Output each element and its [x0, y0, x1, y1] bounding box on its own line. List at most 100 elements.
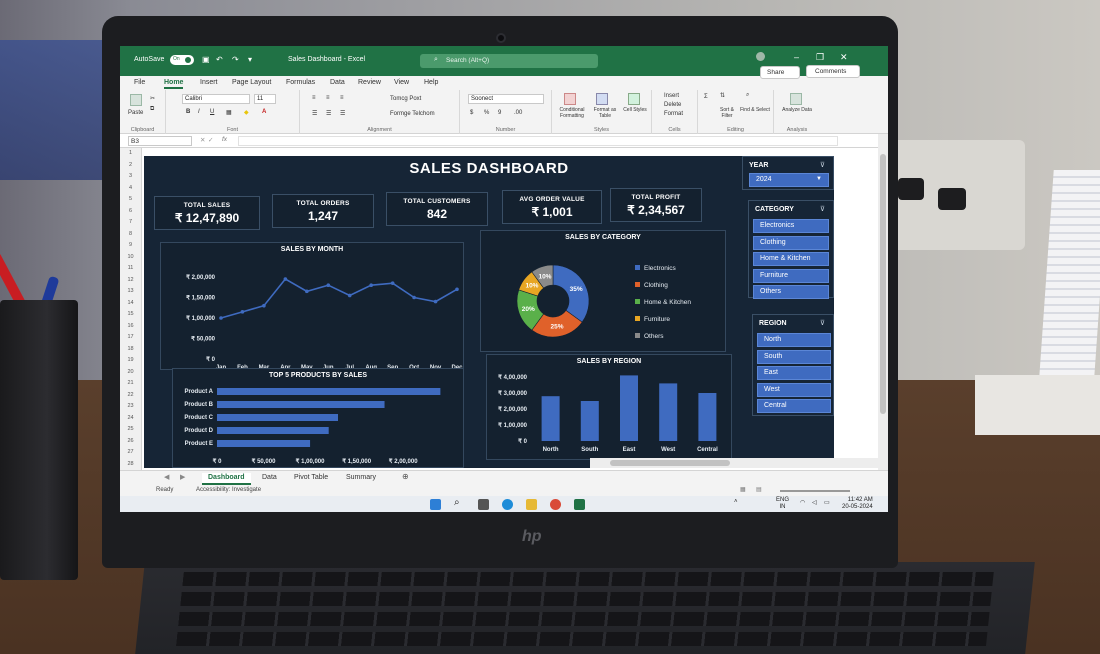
borders-icon[interactable]: ▦: [226, 109, 232, 116]
analyze-data-icon[interactable]: [790, 93, 802, 107]
insert-cells-button[interactable]: Insert: [664, 93, 679, 99]
edge-icon[interactable]: [502, 499, 513, 510]
conditional-formatting-icon[interactable]: [564, 93, 576, 107]
row-header[interactable]: 18: [120, 344, 141, 356]
tab-view[interactable]: View: [394, 79, 409, 86]
paste-icon[interactable]: [130, 94, 142, 108]
row-header[interactable]: 11: [120, 263, 141, 275]
row-header[interactable]: 15: [120, 309, 141, 321]
find-select-button[interactable]: Find & Select: [740, 107, 770, 113]
tab-review[interactable]: Review: [358, 79, 381, 86]
row-header[interactable]: 6: [120, 206, 141, 218]
row-header[interactable]: 24: [120, 413, 141, 425]
year-select[interactable]: 2024 ▼: [749, 173, 829, 187]
align-left-icon[interactable]: ☰: [312, 110, 317, 117]
row-header[interactable]: 26: [120, 436, 141, 448]
conditional-formatting-button[interactable]: Conditional Formatting: [554, 107, 590, 119]
volume-icon[interactable]: ◁: [812, 499, 817, 506]
row-header[interactable]: 4: [120, 183, 141, 195]
maximize-icon[interactable]: ❐: [816, 52, 824, 63]
tab-formulas[interactable]: Formulas: [286, 79, 315, 86]
bold-button[interactable]: B: [186, 109, 190, 115]
wrap-text-button[interactable]: Tomcg Poxt: [390, 96, 421, 102]
category-slicer-item[interactable]: Furniture: [753, 268, 829, 283]
battery-icon[interactable]: ▭: [824, 499, 830, 506]
account-avatar[interactable]: [756, 52, 765, 61]
align-center-icon[interactable]: ☰: [326, 110, 331, 117]
row-header[interactable]: 10: [120, 252, 141, 264]
row-header[interactable]: 28: [120, 459, 141, 471]
row-header[interactable]: 21: [120, 378, 141, 390]
sheet-nav-left-icon[interactable]: ◀: [164, 473, 169, 481]
tab-data[interactable]: Data: [330, 79, 345, 86]
customize-quick-access-icon[interactable]: ▾: [248, 55, 252, 64]
sort-filter-button[interactable]: Sort & Filter: [714, 107, 740, 119]
file-explorer-icon[interactable]: [526, 499, 537, 510]
task-view-icon[interactable]: [478, 499, 489, 510]
font-name-select[interactable]: Calibri: [182, 94, 250, 104]
row-header[interactable]: 27: [120, 447, 141, 459]
currency-icon[interactable]: $: [470, 110, 473, 116]
autosum-icon[interactable]: Σ: [704, 94, 708, 100]
undo-icon[interactable]: ↶: [216, 55, 223, 64]
italic-button[interactable]: I: [198, 109, 200, 115]
share-button[interactable]: Share: [760, 66, 800, 79]
wifi-icon[interactable]: ◠: [800, 499, 805, 506]
formula-cancel-icon[interactable]: ✕: [200, 136, 205, 144]
worksheet[interactable]: 1 2 3 4 5 6 7 8 9 10 11 12 13 14 15 16 17 18 19 20 21 22 23 24 2…: [120, 148, 878, 470]
row-header[interactable]: 7: [120, 217, 141, 229]
font-color-icon[interactable]: A: [262, 109, 266, 115]
row-header[interactable]: 17: [120, 332, 141, 344]
tray-up-icon[interactable]: ˄: [734, 499, 738, 505]
windows-start-icon[interactable]: [430, 499, 441, 510]
delete-cells-button[interactable]: Delete: [664, 102, 681, 108]
row-header[interactable]: 2: [120, 160, 141, 172]
formula-enter-icon[interactable]: ✓: [208, 136, 213, 144]
number-format-select[interactable]: Soonect: [468, 94, 544, 104]
row-header[interactable]: 19: [120, 355, 141, 367]
sort-filter-icon[interactable]: ⇅: [720, 92, 725, 99]
vertical-scrollbar[interactable]: [878, 134, 888, 470]
save-icon[interactable]: ▣: [202, 55, 210, 64]
filter-icon[interactable]: ⊽: [820, 319, 825, 327]
align-top-icon[interactable]: ≡: [312, 95, 316, 101]
search-icon[interactable]: ⌕: [454, 497, 465, 508]
analyze-data-button[interactable]: Analyze Data: [778, 107, 816, 113]
tab-file[interactable]: File: [134, 79, 145, 86]
format-cells-button[interactable]: Format: [664, 111, 683, 117]
accessibility-status[interactable]: Accessibility: Investigate: [196, 487, 261, 493]
region-slicer-item[interactable]: North: [757, 333, 831, 347]
find-select-icon[interactable]: ⌕: [746, 92, 749, 99]
tab-home[interactable]: Home: [164, 79, 184, 89]
row-header[interactable]: 1: [120, 148, 141, 160]
comments-button[interactable]: Comments: [806, 65, 860, 78]
filter-icon[interactable]: ⊽: [820, 161, 825, 169]
row-header[interactable]: 3: [120, 171, 141, 183]
autosave-toggle[interactable]: On: [170, 55, 194, 65]
underline-button[interactable]: U: [210, 109, 214, 115]
align-middle-icon[interactable]: ≡: [326, 95, 330, 101]
language-indicator[interactable]: ENG IN: [776, 497, 789, 511]
row-header[interactable]: 8: [120, 229, 141, 241]
region-slicer-item[interactable]: Central: [757, 399, 831, 413]
sheet-tab-dashboard[interactable]: Dashboard: [202, 473, 251, 485]
chrome-icon[interactable]: [550, 499, 561, 510]
name-box[interactable]: B3: [128, 136, 192, 146]
row-header[interactable]: 20: [120, 367, 141, 379]
row-header[interactable]: 5: [120, 194, 141, 206]
add-sheet-button[interactable]: ⊕: [402, 472, 409, 481]
comma-icon[interactable]: 9: [498, 110, 501, 116]
formula-input[interactable]: [238, 136, 838, 146]
decimal-icon[interactable]: .00: [514, 110, 522, 116]
cut-icon[interactable]: ✂: [150, 95, 155, 102]
row-header[interactable]: 23: [120, 401, 141, 413]
region-slicer-item[interactable]: South: [757, 349, 831, 364]
minimize-icon[interactable]: –: [794, 52, 799, 62]
tab-page-layout[interactable]: Page Layout: [232, 79, 271, 86]
paste-button[interactable]: Paste: [128, 110, 143, 116]
excel-icon[interactable]: [574, 499, 585, 510]
category-slicer-item[interactable]: Others: [753, 285, 829, 299]
row-header[interactable]: 14: [120, 298, 141, 310]
category-slicer-item[interactable]: Clothing: [753, 235, 829, 250]
fill-color-icon[interactable]: ◆: [244, 109, 249, 116]
